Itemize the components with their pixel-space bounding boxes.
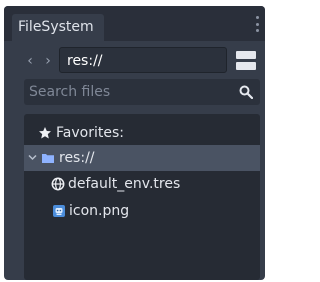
tree-item-label: res:// (59, 150, 95, 166)
search-icon[interactable] (239, 85, 253, 99)
chevron-down-icon[interactable] (28, 154, 37, 161)
filesystem-dock: FileSystem ‹ › res:// Favorites: (4, 6, 265, 280)
vertical-ellipsis-icon[interactable] (255, 16, 259, 32)
path-field[interactable]: res:// (59, 47, 227, 73)
dock-tab-bar: FileSystem (4, 6, 265, 41)
path-toolbar: ‹ › res:// (4, 47, 265, 75)
tree-item-label: icon.png (69, 203, 130, 219)
forward-button[interactable]: › (40, 50, 56, 72)
tree-item-favorites[interactable]: Favorites: (24, 120, 260, 146)
star-icon (39, 127, 51, 139)
tab-filesystem[interactable]: FileSystem (12, 14, 104, 41)
search-input[interactable] (24, 79, 234, 105)
image-icon (53, 205, 65, 217)
folder-icon (42, 154, 54, 163)
tree-item-icon-png[interactable]: icon.png (24, 198, 260, 224)
file-tree: Favorites: res:// default_env.tres icon.… (24, 114, 260, 280)
tree-item-label: Favorites: (56, 125, 124, 141)
search-bar (24, 79, 260, 105)
split-view-icon[interactable] (235, 50, 257, 71)
tree-item-res-root[interactable]: res:// (24, 145, 260, 171)
globe-icon (51, 177, 65, 191)
tree-item-label: default_env.tres (68, 176, 181, 192)
tree-item-default-env[interactable]: default_env.tres (24, 171, 260, 197)
back-button[interactable]: ‹ (22, 50, 38, 72)
